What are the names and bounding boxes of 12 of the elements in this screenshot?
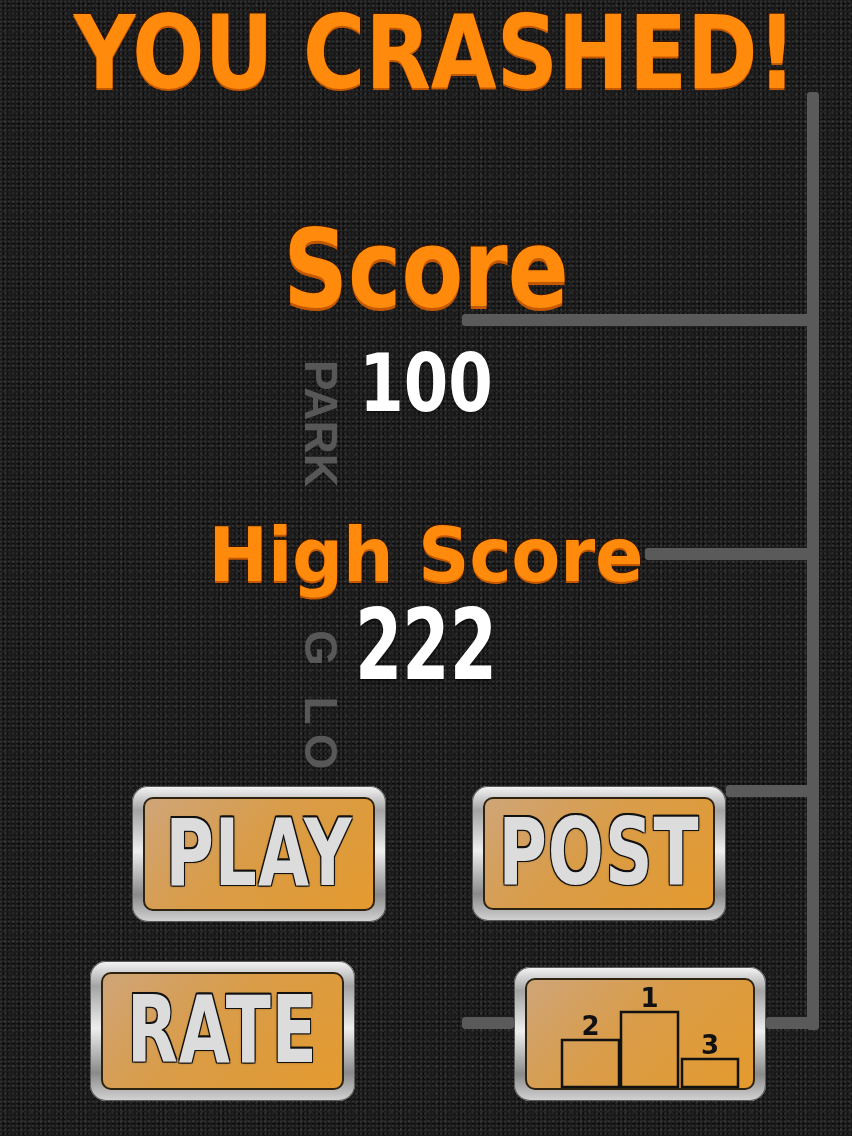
ground-marking-text: G LO	[298, 630, 344, 779]
place-number: 1	[640, 983, 659, 1013]
leaderboard-button[interactable]: 2 1 3	[514, 966, 766, 1101]
rate-button[interactable]: RATE	[90, 960, 355, 1101]
play-button[interactable]: PLAY	[132, 785, 386, 922]
ground-marking-text: PARK	[298, 360, 344, 487]
place-number: 3	[700, 1029, 720, 1060]
post-button[interactable]: POST	[472, 785, 726, 921]
place-number: 2	[581, 1010, 600, 1041]
score-value: 100	[359, 343, 493, 423]
score-label: Score	[283, 215, 569, 323]
game-over-title: YOU CRASHED!	[73, 1, 797, 104]
